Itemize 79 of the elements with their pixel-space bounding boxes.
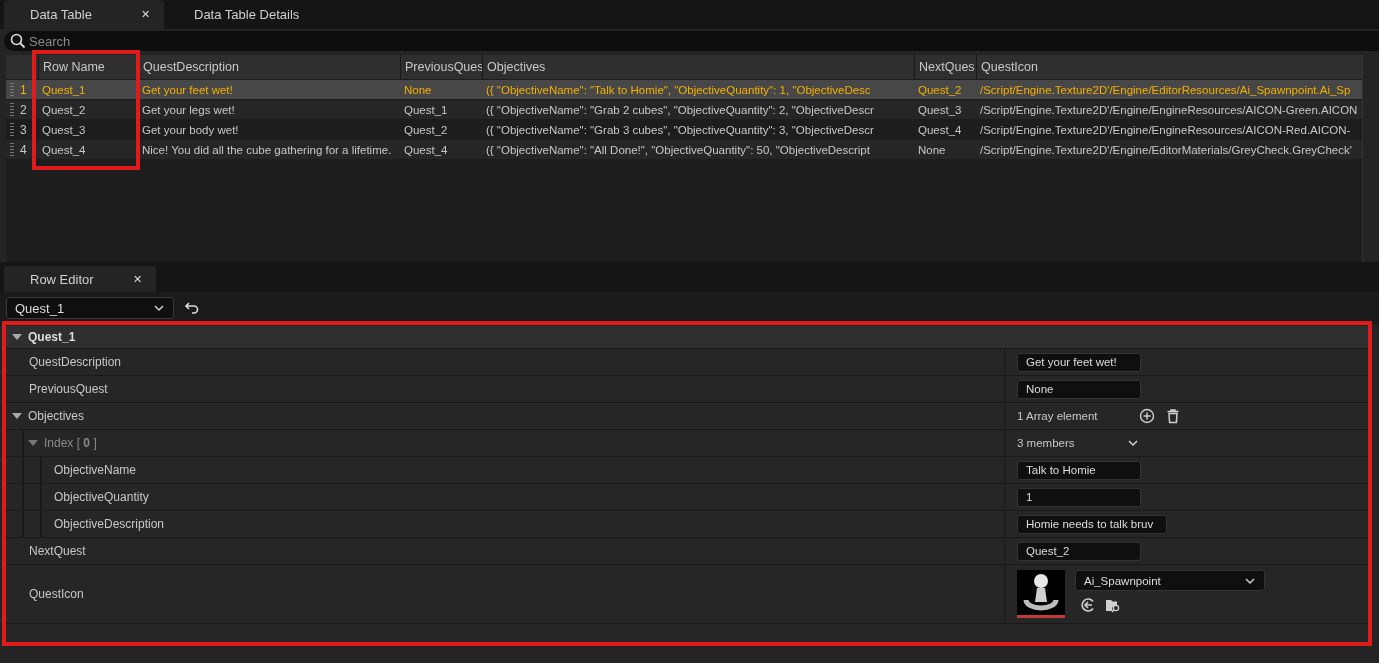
asset-dropdown[interactable]: Ai_Spawnpoint — [1075, 570, 1265, 591]
property-label: Index [ 0 ] — [44, 436, 97, 450]
table-cell-text: Nice! You did all the cube gathering for a lifetime. — [141, 142, 393, 158]
table-cell-text: Quest_1 — [403, 102, 449, 118]
tab[interactable]: Data Table ✕ — [4, 0, 164, 29]
column-header[interactable]: QuestDescription — [138, 55, 400, 79]
table-cell-text: /Script/Engine.Texture2D'/Engine/EditorResources/Ai_Spawnpoint.Ai_Sp — [979, 82, 1352, 98]
column-header[interactable]: NextQues — [914, 55, 976, 79]
table-row[interactable] — [6, 140, 1362, 159]
browse-folder-icon[interactable] — [1105, 597, 1121, 613]
table-cell-text: Quest_3 — [41, 122, 87, 138]
table-cell-text: Quest_2 — [917, 82, 963, 98]
table-cell-text: Quest_1 — [41, 82, 87, 98]
use-selected-icon[interactable] — [1080, 597, 1096, 613]
table-cell-text: Quest_4 — [917, 122, 963, 138]
drag-handle-icon[interactable] — [10, 143, 14, 156]
column-header[interactable]: Objectives — [482, 55, 914, 79]
value-field[interactable]: Get your feet wet! — [1017, 352, 1141, 372]
member-count: 3 members — [1017, 437, 1076, 449]
table-cell-text: None — [403, 82, 433, 98]
value-field[interactable]: None — [1017, 379, 1141, 399]
array-count: 1 Array element — [1017, 410, 1099, 422]
property-label: Objectives — [28, 409, 85, 423]
search-field[interactable]: Search — [29, 33, 1379, 49]
column-header[interactable]: QuestIcon — [976, 55, 1360, 79]
table-cell-text: Get your legs wet! — [141, 102, 236, 118]
property-label: ObjectiveDescription — [54, 517, 165, 531]
drag-handle-icon[interactable] — [10, 83, 14, 96]
value-field[interactable]: Quest_2 — [1017, 541, 1141, 561]
drag-handle-icon[interactable] — [10, 103, 14, 116]
trash-icon[interactable] — [1165, 408, 1181, 424]
value-field[interactable]: Talk to Homie — [1017, 460, 1141, 480]
close-icon[interactable]: ✕ — [133, 272, 142, 286]
row-number: 2 — [20, 102, 28, 117]
table-cell-text: Get your body wet! — [141, 122, 240, 138]
undo-icon[interactable] — [184, 300, 200, 316]
search-bar[interactable]: Search — [4, 31, 1379, 51]
asset-thumbnail — [1017, 570, 1065, 618]
tab[interactable]: Data Table Details — [164, 0, 328, 29]
value-field[interactable]: Homie needs to talk bruv — [1017, 514, 1167, 534]
table-cell-text: Get your feet wet! — [141, 82, 234, 98]
chevron-down-icon — [153, 302, 165, 314]
table-cell-text: Quest_4 — [41, 142, 87, 158]
property-label: PreviousQuest — [29, 382, 108, 396]
property-label: QuestIcon — [29, 587, 84, 601]
table-cell-text: ({ "ObjectiveName": "Talk to Homie", "ObjectiveQuantity": 1, "ObjectiveDesc — [485, 82, 872, 98]
expand-arrow-icon[interactable] — [28, 440, 38, 446]
table-cell-text: Quest_2 — [41, 102, 87, 118]
row-number: 1 — [20, 82, 28, 97]
row-number: 4 — [20, 142, 28, 157]
table-cell-text: None — [917, 142, 947, 158]
value-field[interactable]: 1 — [1017, 487, 1141, 507]
search-icon — [10, 33, 26, 49]
chevron-down-icon[interactable] — [1127, 437, 1139, 449]
row-number: 3 — [20, 122, 28, 137]
table-cell-text: ({ "ObjectiveName": "Grab 3 cubes", "ObjectiveQuantity": 3, "ObjectiveDescr — [485, 122, 875, 138]
expand-arrow-icon[interactable] — [12, 413, 22, 419]
table-cell-text: Quest_4 — [403, 142, 449, 158]
property-label: NextQuest — [29, 544, 86, 558]
category-label: Quest_1 — [28, 330, 76, 344]
add-icon[interactable] — [1139, 408, 1155, 424]
row-dropdown[interactable]: Quest_1 — [6, 297, 174, 319]
table-cell-text: /Script/Engine.Texture2D'/Engine/EngineResources/AICON-Red.AICON- — [979, 122, 1352, 138]
expand-arrow-icon[interactable] — [12, 334, 22, 340]
table-cell-text: /Script/Engine.Texture2D'/Engine/EngineResources/AICON-Green.AICON — [979, 102, 1359, 118]
tab[interactable]: Row Editor ✕ — [4, 266, 156, 292]
table-cell-text: Quest_2 — [403, 122, 449, 138]
property-label: QuestDescription — [29, 355, 122, 369]
table-cell-text: ({ "ObjectiveName": "All Done!", "ObjectiveQuantity": 50, "ObjectiveDescript — [485, 142, 871, 158]
table-row[interactable]: 1 Quest_1 Get your feet wet! None ({ "ObjectiveName": "Talk to Homie", "ObjectiveQuantity": 1, "ObjectiveDesc Quest_2 /Script/Engine.Texture2D'/Engine/EditorResources/Ai_Spawnpoint.Ai_Sp — [6, 80, 1362, 99]
close-icon[interactable]: ✕ — [141, 8, 150, 21]
drag-handle-icon[interactable] — [10, 123, 14, 136]
table-cell-text: /Script/Engine.Texture2D'/Engine/EditorMaterials/GreyCheck.GreyCheck' — [979, 142, 1353, 158]
column-header[interactable]: Row Name — [38, 55, 138, 79]
property-label: ObjectiveName — [54, 463, 137, 477]
property-label: ObjectiveQuantity — [54, 490, 149, 504]
table-cell-text: Quest_3 — [917, 102, 963, 118]
table-cell-text: ({ "ObjectiveName": "Grab 2 cubes", "ObjectiveQuantity": 2, "ObjectiveDescr — [485, 102, 875, 118]
table-row[interactable]: 2 Quest_2 Get your legs wet! Quest_1 ({ "ObjectiveName": "Grab 2 cubes", "ObjectiveQuantity": 2, "ObjectiveDescr Quest_3 /Script/Engine.Texture2D'/Engine/EngineResources/AICON-Green.AICON — [6, 100, 1362, 119]
